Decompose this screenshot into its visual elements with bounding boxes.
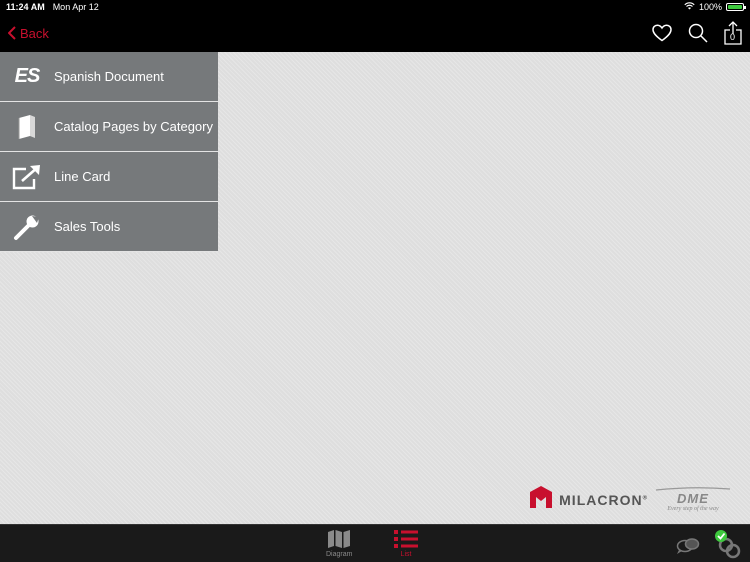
menu-item-line-card[interactable]: Line Card [0,152,218,202]
wrench-icon [0,213,54,241]
status-bar: 11:24 AM Mon Apr 12 100% [0,0,750,14]
status-date: Mon Apr 12 [52,2,99,12]
menu-list: ES Spanish Document Catalog Pages by Cat… [0,52,218,252]
share-icon[interactable]: 0 [724,21,742,45]
back-label: Back [20,25,49,41]
nav-actions: 0 [652,21,742,45]
book-icon [0,114,54,140]
menu-item-sales-tools[interactable]: Sales Tools [0,202,218,252]
dme-logo-text: DME [677,491,709,506]
battery-icon [726,3,746,11]
heart-icon[interactable] [652,24,672,42]
menu-item-catalog-pages[interactable]: Catalog Pages by Category [0,102,218,152]
tab-list[interactable]: List [394,529,418,558]
back-button[interactable]: Back [8,26,49,41]
menu-item-label: Catalog Pages by Category [54,119,213,134]
menu-item-label: Spanish Document [54,69,164,84]
status-right: 100% [684,2,746,12]
menu-item-label: Line Card [54,169,111,184]
tab-bar: Diagram List [0,524,750,562]
external-link-icon [0,164,54,190]
tab-label: List [400,551,412,558]
es-icon-text: ES [14,65,41,87]
status-time: 11:24 AM [6,2,45,12]
dme-tagline: Every step of the way [667,506,719,512]
dme-logo: DME Every step of the way [654,487,732,512]
nav-bar: Back 0 [0,14,750,52]
battery-fill [728,5,742,9]
battery-percent: 100% [698,2,722,12]
milacron-logo-icon [529,485,553,514]
list-icon [394,530,418,548]
search-icon[interactable] [688,23,708,43]
wifi-icon [684,2,695,12]
brand-logos: MILACRON® DME Every step of the way [529,485,732,514]
milacron-name: MILACRON [559,491,643,508]
main-content: ES Spanish Document Catalog Pages by Cat… [0,52,750,524]
tab-label: Diagram [326,551,353,558]
chat-icon[interactable] [676,537,700,560]
tab-diagram[interactable]: Diagram [326,529,352,558]
menu-item-spanish-document[interactable]: ES Spanish Document [0,52,218,102]
milacron-logo-text: MILACRON® [559,491,648,508]
es-icon: ES [0,65,54,88]
map-icon [328,530,351,548]
menu-item-label: Sales Tools [54,219,121,234]
cart-count: 0 [730,32,736,42]
sync-status-icon[interactable] [712,529,742,562]
chevron-left-icon [8,26,16,40]
